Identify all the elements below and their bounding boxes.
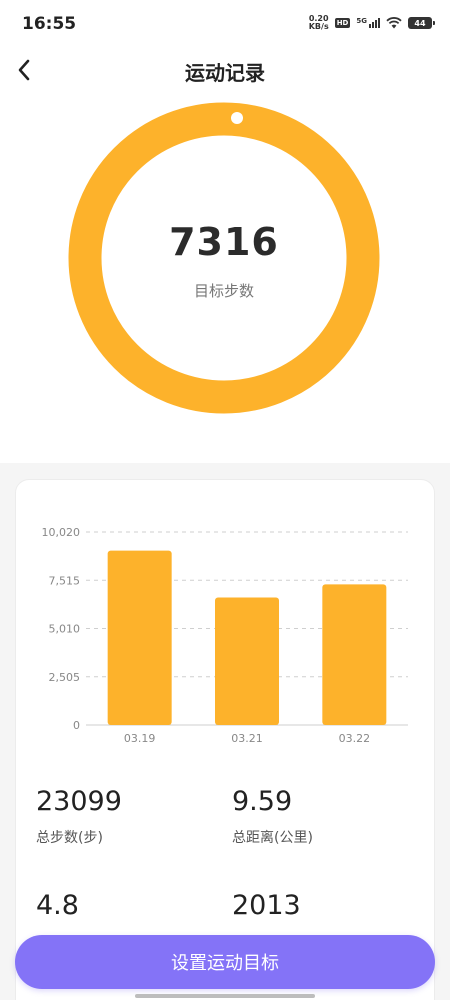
battery-icon: 44 bbox=[408, 17, 435, 29]
cellular-signal-icon: 5G bbox=[356, 18, 380, 28]
stat-label: 总步数(步) bbox=[36, 830, 103, 846]
steps-bar-chart: 0 2,505 5,010 7,515 10,020 03.19 03.21 03.22 bbox=[42, 526, 408, 745]
stat-item-3: 4.8 bbox=[36, 890, 79, 921]
y-tick-label: 2,505 bbox=[49, 671, 81, 684]
stat-total-distance: 9.59 总距离(公里) bbox=[232, 786, 313, 847]
hd-icon: HD bbox=[334, 18, 351, 28]
y-tick-label: 5,010 bbox=[49, 623, 81, 636]
network-speed: 0.20 KB/s bbox=[309, 15, 329, 31]
set-goal-button[interactable]: 设置运动目标 bbox=[15, 935, 435, 989]
y-tick-label: 10,020 bbox=[42, 526, 81, 539]
goal-steps-value: 7316 bbox=[169, 220, 279, 264]
goal-ring-indicator bbox=[231, 112, 243, 124]
stat-total-steps: 23099 总步数(步) bbox=[36, 786, 122, 847]
x-tick-label: 03.19 bbox=[124, 732, 156, 745]
stat-value: 23099 bbox=[36, 786, 122, 817]
nav-bar: 运动记录 bbox=[0, 48, 450, 92]
battery-level: 44 bbox=[414, 18, 426, 28]
stat-label: 总距离(公里) bbox=[232, 830, 313, 846]
y-tick-label: 0 bbox=[73, 719, 80, 732]
stat-value: 2013 bbox=[232, 890, 301, 921]
stat-value: 4.8 bbox=[36, 890, 79, 921]
status-icons: 0.20 KB/s HD 5G 44 bbox=[309, 15, 435, 31]
stat-item-4: 2013 bbox=[232, 890, 301, 921]
network-type-label: 5G bbox=[356, 17, 367, 25]
status-time: 16:55 bbox=[22, 14, 77, 34]
wifi-icon bbox=[386, 17, 402, 29]
page-title: 运动记录 bbox=[185, 61, 265, 85]
network-speed-unit: KB/s bbox=[308, 22, 329, 31]
screen: 16:55 0.20 KB/s HD 5G 44 运动记录 7316 目标步数 … bbox=[0, 0, 450, 1000]
bar-03.19[interactable] bbox=[107, 550, 172, 725]
x-tick-label: 03.21 bbox=[231, 732, 263, 745]
goal-steps-label: 目标步数 bbox=[193, 282, 254, 300]
status-bar: 16:55 0.20 KB/s HD 5G 44 bbox=[0, 0, 450, 48]
bar-03.22[interactable] bbox=[322, 584, 387, 725]
home-indicator[interactable] bbox=[135, 994, 315, 998]
stats-card: 0 2,505 5,010 7,515 10,020 03.19 03.21 03.22 23… bbox=[15, 479, 435, 1000]
y-tick-label: 7,515 bbox=[49, 574, 81, 587]
stat-value: 9.59 bbox=[232, 786, 293, 817]
bar-03.21[interactable] bbox=[215, 597, 279, 725]
x-tick-label: 03.22 bbox=[339, 732, 371, 745]
goal-ring: 7316 目标步数 bbox=[68, 102, 380, 414]
